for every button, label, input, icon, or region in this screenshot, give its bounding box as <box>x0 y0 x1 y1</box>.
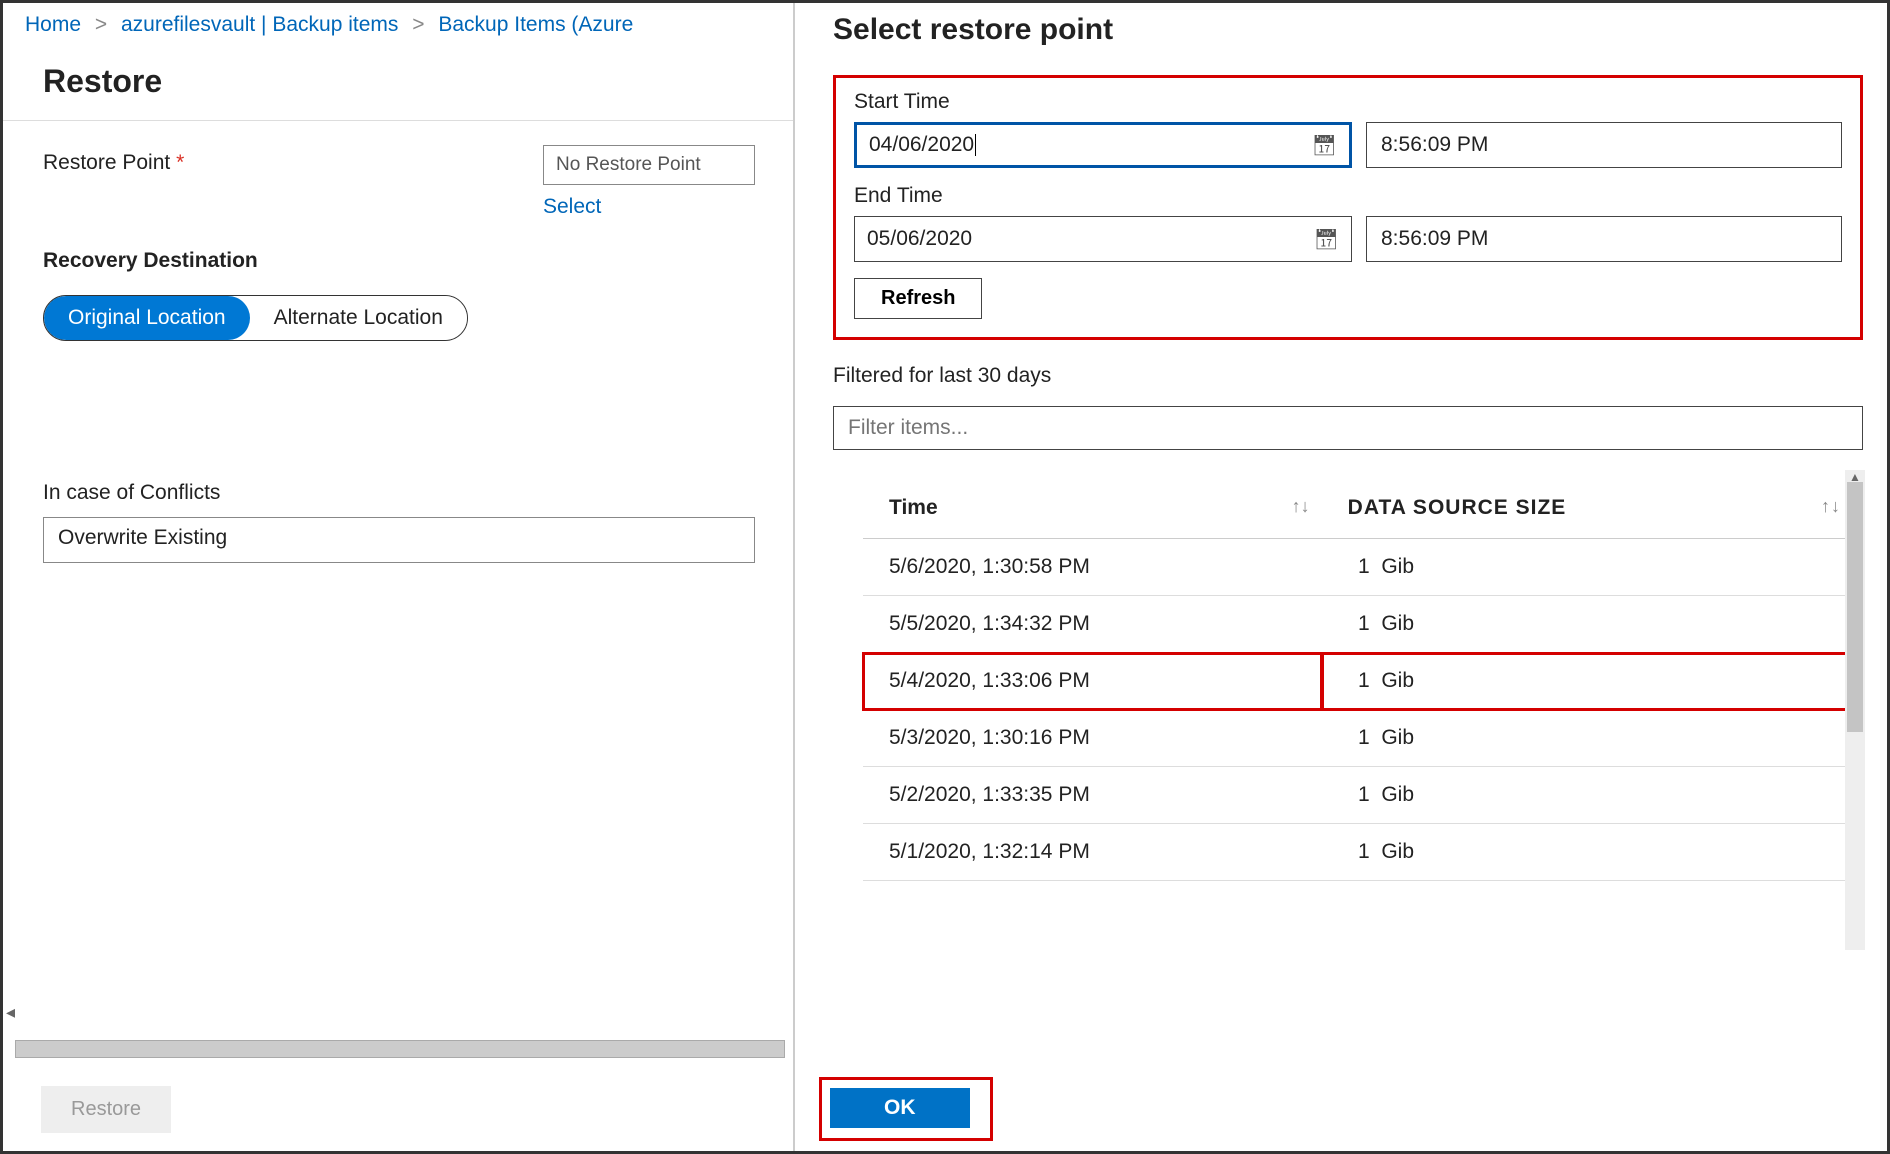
table-row[interactable]: 5/1/2020, 1:32:14 PM1 Gib <box>863 824 1853 881</box>
panel-title: Select restore point <box>833 13 1863 47</box>
chevron-right-icon: > <box>412 13 424 36</box>
filter-note: Filtered for last 30 days <box>833 364 1863 388</box>
cell-time: 5/5/2020, 1:34:32 PM <box>863 596 1322 653</box>
recovery-destination-toggle: Original Location Alternate Location <box>43 295 468 341</box>
ok-highlight: OK <box>819 1077 993 1141</box>
cell-time: 5/1/2020, 1:32:14 PM <box>863 824 1322 881</box>
filter-input[interactable] <box>833 406 1863 450</box>
pill-original-location[interactable]: Original Location <box>44 296 250 340</box>
breadcrumb-home[interactable]: Home <box>25 13 81 36</box>
restore-points-table: Time ↑↓ DATA SOURCE SIZE ↑↓ 5/6/2020, 1:… <box>863 468 1853 881</box>
bottom-bar: Restore <box>15 1040 785 1133</box>
select-restore-point-link[interactable]: Select <box>543 195 601 219</box>
start-time-input[interactable]: 8:56:09 PM <box>1366 122 1842 168</box>
cell-size: 1 Gib <box>1322 539 1853 596</box>
calendar-icon[interactable]: 📅︎ <box>1314 227 1339 252</box>
col-data-source-size[interactable]: DATA SOURCE SIZE ↑↓ <box>1322 468 1853 539</box>
vertical-scrollbar[interactable]: ▲ <box>1845 470 1865 950</box>
cell-time: 5/3/2020, 1:30:16 PM <box>863 710 1322 767</box>
pill-alternate-location[interactable]: Alternate Location <box>250 296 467 340</box>
restore-point-field[interactable] <box>543 145 755 185</box>
cell-time: 5/2/2020, 1:33:35 PM <box>863 767 1322 824</box>
cell-size: 1 Gib <box>1322 767 1853 824</box>
sort-icon[interactable]: ↑↓ <box>1292 496 1310 517</box>
divider <box>3 120 795 121</box>
end-time-input[interactable]: 8:56:09 PM <box>1366 216 1842 262</box>
restore-form: Restore Restore Point * Select Recovery … <box>3 45 795 563</box>
col-time[interactable]: Time ↑↓ <box>863 468 1322 539</box>
table-row[interactable]: 5/5/2020, 1:34:32 PM1 Gib <box>863 596 1853 653</box>
cell-size: 1 Gib <box>1322 653 1853 710</box>
date-range-section: Start Time 04/06/2020 📅︎ 8:56:09 PM End … <box>833 75 1863 340</box>
table-row[interactable]: 5/4/2020, 1:33:06 PM1 Gib <box>863 653 1853 710</box>
table-row[interactable]: 5/3/2020, 1:30:16 PM1 Gib <box>863 710 1853 767</box>
calendar-icon[interactable]: 📅︎ <box>1312 133 1337 158</box>
chevron-right-icon: > <box>95 13 107 36</box>
cell-size: 1 Gib <box>1322 710 1853 767</box>
table-row[interactable]: 5/6/2020, 1:30:58 PM1 Gib <box>863 539 1853 596</box>
table-row[interactable]: 5/2/2020, 1:33:35 PM1 Gib <box>863 767 1853 824</box>
select-restore-point-panel: Select restore point Start Time 04/06/20… <box>793 3 1887 1151</box>
scroll-thumb[interactable] <box>1847 482 1863 732</box>
breadcrumb-vault[interactable]: azurefilesvault | Backup items <box>121 13 398 36</box>
start-date-input[interactable]: 04/06/2020 📅︎ <box>854 122 1352 168</box>
breadcrumb-backup-items[interactable]: Backup Items (Azure <box>438 13 633 36</box>
sort-icon[interactable]: ↑↓ <box>1821 496 1841 517</box>
restore-button[interactable]: Restore <box>41 1086 171 1133</box>
restore-points-table-wrap: Time ↑↓ DATA SOURCE SIZE ↑↓ 5/6/2020, 1:… <box>833 468 1863 948</box>
conflicts-select[interactable]: Overwrite Existing <box>43 517 755 563</box>
conflicts-label: In case of Conflicts <box>43 481 755 505</box>
collapse-handle-icon[interactable]: ◂ <box>6 1002 15 1023</box>
restore-point-label: Restore Point * <box>43 145 543 175</box>
recovery-destination-label: Recovery Destination <box>43 249 755 273</box>
start-time-label: Start Time <box>854 90 1842 114</box>
cell-size: 1 Gib <box>1322 824 1853 881</box>
cell-time: 5/6/2020, 1:30:58 PM <box>863 539 1322 596</box>
refresh-button[interactable]: Refresh <box>854 278 982 319</box>
end-time-label: End Time <box>854 184 1842 208</box>
cell-size: 1 Gib <box>1322 596 1853 653</box>
horizontal-scrollbar[interactable] <box>15 1040 785 1058</box>
page-title: Restore <box>43 63 755 100</box>
end-date-input[interactable]: 05/06/2020 📅︎ <box>854 216 1352 262</box>
ok-button[interactable]: OK <box>830 1088 970 1128</box>
cell-time: 5/4/2020, 1:33:06 PM <box>863 653 1322 710</box>
